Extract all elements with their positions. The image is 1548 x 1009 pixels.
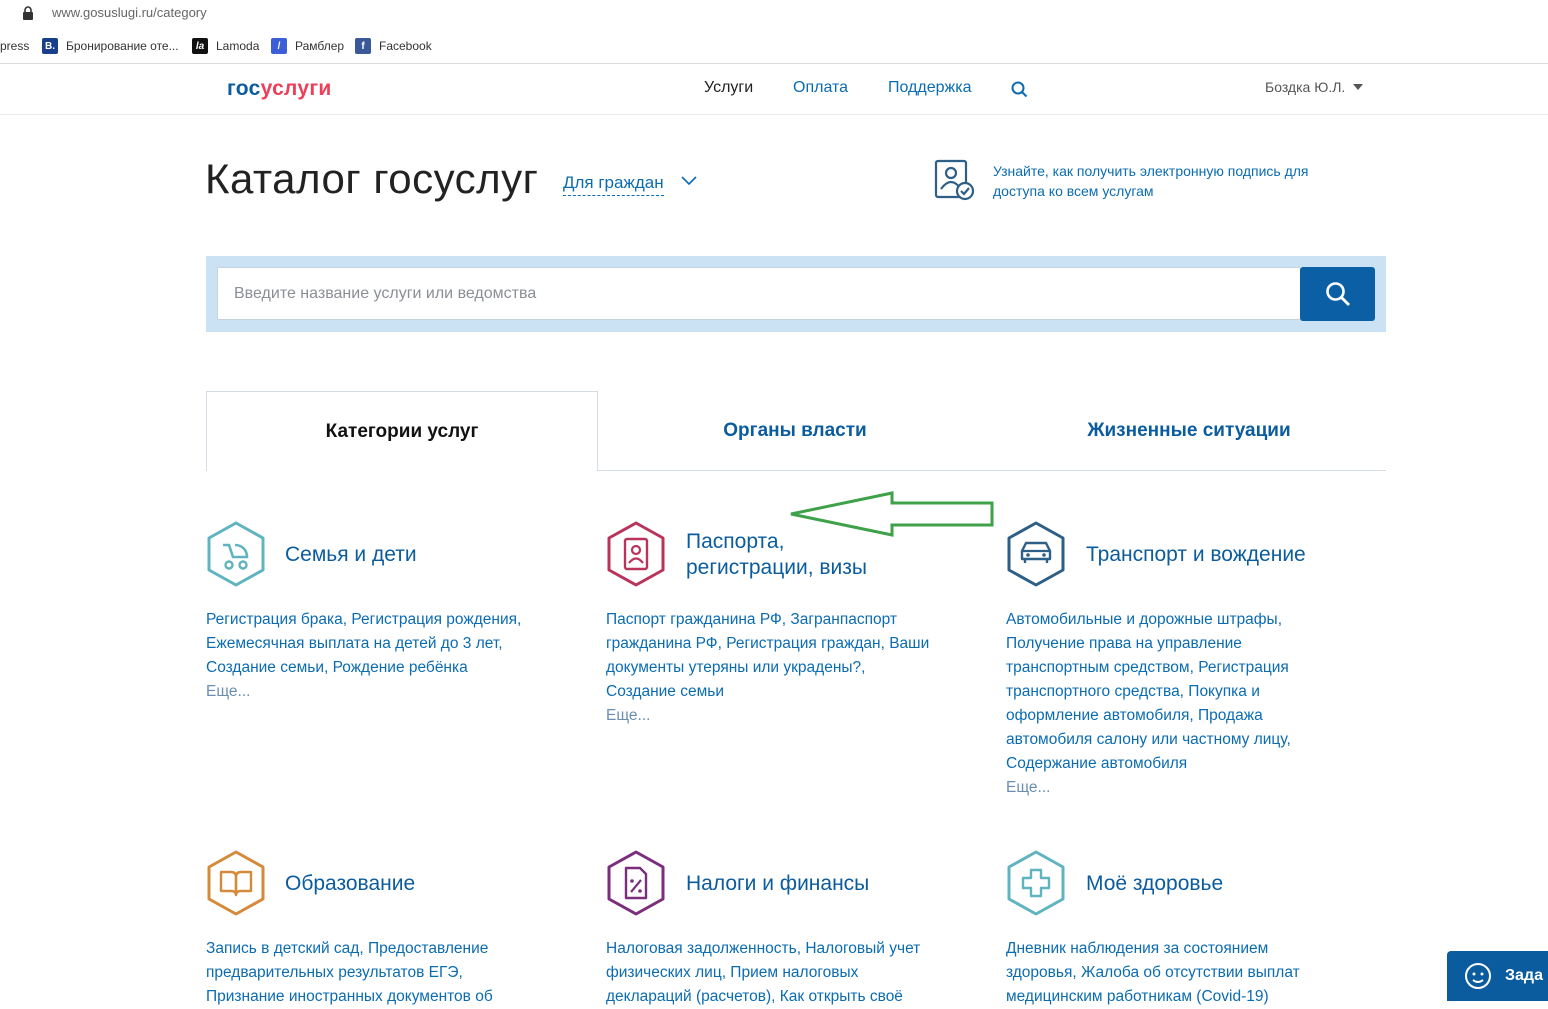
category-services-transport[interactable]: Автомобильные и дорожные штрафы, Получен… [1006, 611, 1291, 772]
category-title-taxes[interactable]: Налоги и финансы [686, 871, 869, 897]
category-title-family[interactable]: Семья и дети [285, 542, 417, 568]
bookmark-rambler[interactable]: / Рамблер [271, 37, 344, 55]
lamoda-icon: la [192, 38, 208, 54]
category-desc-passports: Паспорт гражданина РФ, Загранпаспорт гра… [606, 608, 936, 728]
bookmark-lamoda[interactable]: la Lamoda [192, 37, 259, 55]
bookmark-label: xpress [0, 39, 30, 53]
category-desc-transport: Автомобильные и дорожные штрафы, Получен… [1006, 608, 1316, 800]
tab-authorities[interactable]: Органы власти [598, 391, 992, 470]
signature-info-link[interactable]: Узнайте, как получить электронную подпис… [993, 161, 1353, 201]
stroller-icon[interactable] [205, 521, 267, 587]
more-link[interactable]: Еще... [606, 704, 936, 728]
nav-services[interactable]: Услуги [704, 79, 753, 97]
more-link[interactable]: Еще... [206, 680, 546, 704]
help-label: Зада [1505, 967, 1543, 984]
help-widget[interactable]: Зада [1447, 951, 1548, 1001]
user-name: Боздка Ю.Л. [1265, 79, 1346, 95]
bookmark-facebook[interactable]: f Facebook [355, 37, 432, 55]
tabs-divider [598, 470, 1386, 471]
category-services-health[interactable]: Дневник наблюдения за состоянием здоровь… [1006, 940, 1300, 1005]
rambler-icon: / [271, 38, 287, 54]
browser-chrome: www.gosuslugi.ru/category xpress B. Брон… [0, 0, 1548, 64]
logo-part-gos: гос [227, 77, 261, 100]
bookmark-label: Facebook [379, 39, 432, 53]
category-services-taxes[interactable]: Налоговая задолженность, Налоговый учет … [606, 940, 920, 1005]
bookmark-label: Бронирование оте... [66, 39, 179, 53]
booking-icon: B. [42, 38, 58, 54]
digital-signature-icon [934, 159, 975, 201]
category-title-health[interactable]: Моё здоровье [1086, 871, 1223, 897]
tab-categories[interactable]: Категории услуг [206, 391, 598, 471]
bookmark-label: Lamoda [216, 39, 260, 53]
category-desc-taxes: Налоговая задолженность, Налоговый учет … [606, 937, 941, 1009]
book-icon[interactable] [205, 850, 267, 916]
car-icon[interactable] [1005, 521, 1067, 587]
search-icon [1325, 282, 1350, 306]
bookmark-booking[interactable]: B. Бронирование оте... [42, 37, 179, 55]
logo-part-uslugi: услуги [260, 77, 332, 100]
search-button[interactable] [1300, 267, 1375, 321]
category-title-education[interactable]: Образование [285, 871, 415, 897]
chevron-down-icon[interactable] [681, 176, 697, 186]
tab-life-situations[interactable]: Жизненные ситуации [992, 391, 1386, 470]
address-bar-url[interactable]: www.gosuslugi.ru/category [52, 5, 207, 20]
category-title-passports[interactable]: Паспорта, регистрации, визы [686, 529, 867, 581]
passport-icon[interactable] [605, 521, 667, 587]
lock-icon [23, 6, 33, 20]
more-link[interactable]: Еще... [1006, 776, 1316, 800]
medical-cross-icon[interactable] [1005, 850, 1067, 916]
category-services-passports[interactable]: Паспорт гражданина РФ, Загранпаспорт гра… [606, 611, 929, 700]
category-desc-health: Дневник наблюдения за состоянием здоровь… [1006, 937, 1326, 1009]
search-input[interactable] [217, 267, 1300, 320]
category-title-transport[interactable]: Транспорт и вождение [1086, 542, 1306, 568]
category-title-line: регистрации, визы [686, 556, 867, 579]
tax-document-icon[interactable] [605, 850, 667, 916]
category-services-education[interactable]: Запись в детский сад, Предоставление пре… [206, 940, 493, 1005]
support-chat-icon [1465, 963, 1491, 989]
facebook-icon: f [355, 38, 371, 54]
category-desc-education: Запись в детский сад, Предоставление пре… [206, 937, 526, 1009]
category-services-family[interactable]: Регистрация брака, Регистрация рождения,… [206, 611, 521, 676]
category-title-line: Паспорта, [686, 530, 785, 553]
bookmark-label: Рамблер [295, 39, 345, 53]
page-title: Каталог госуслуг [205, 155, 539, 202]
bookmark-express[interactable]: xpress [0, 37, 29, 55]
header-search-icon[interactable] [1011, 81, 1028, 98]
caret-down-icon [1353, 84, 1364, 90]
nav-payment[interactable]: Оплата [793, 79, 848, 97]
nav-support[interactable]: Поддержка [888, 79, 971, 97]
gosuslugi-logo[interactable]: госуслуги [227, 77, 332, 101]
category-desc-family: Регистрация брака, Регистрация рождения,… [206, 608, 546, 704]
user-menu[interactable]: Боздка Ю.Л. [1265, 79, 1364, 95]
audience-dropdown[interactable]: Для граждан [563, 173, 664, 196]
